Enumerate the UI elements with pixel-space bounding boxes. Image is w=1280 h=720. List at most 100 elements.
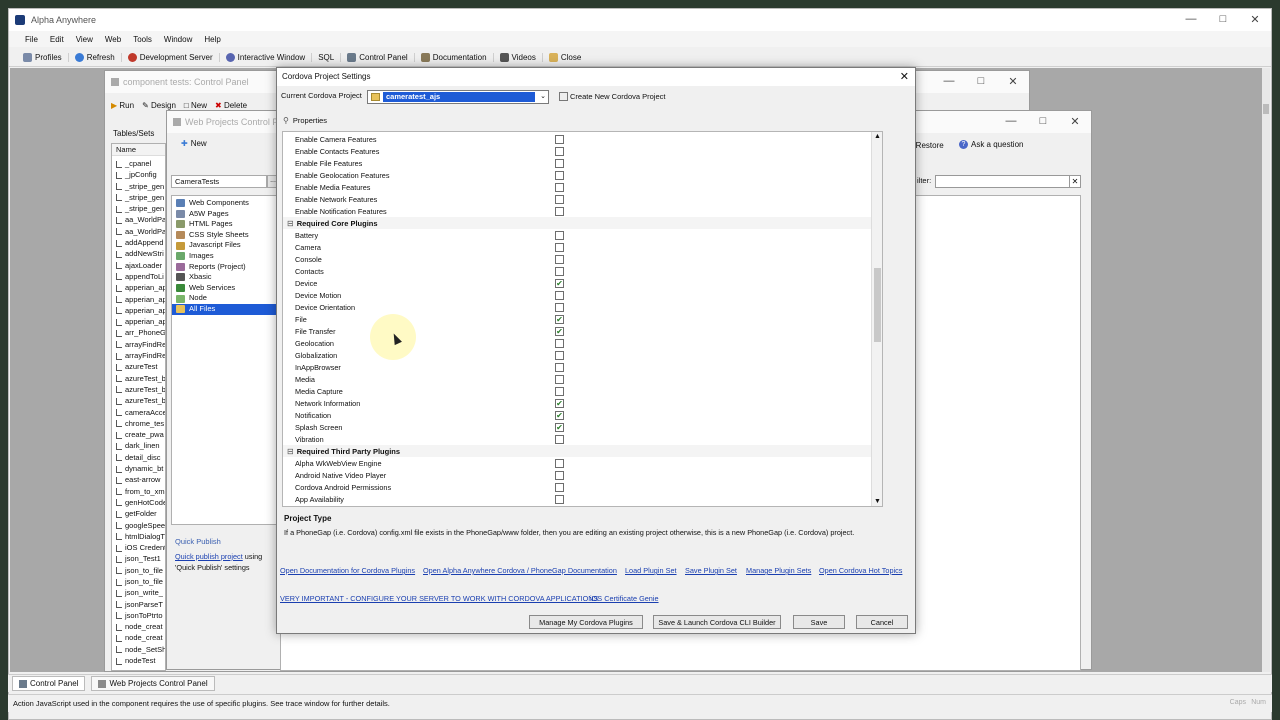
manage-plugins-button[interactable]: Manage My Cordova Plugins (529, 615, 643, 629)
property-row[interactable]: Enable Camera Features (283, 133, 871, 145)
ios-certificate-genie-link[interactable]: iOS Certificate Genie (590, 594, 659, 603)
property-checkbox[interactable] (555, 482, 564, 492)
property-row[interactable]: Cordova Android Permissions (283, 481, 871, 493)
list-item[interactable]: addNewStri (112, 248, 165, 259)
property-row[interactable]: Contacts (283, 265, 871, 277)
property-checkbox[interactable] (555, 386, 564, 396)
open-hot-topics-link[interactable]: Open Cordova Hot Topics (819, 566, 902, 575)
menu-edit[interactable]: Edit (44, 35, 70, 44)
property-checkbox[interactable] (555, 362, 564, 372)
property-row[interactable]: Device Motion (283, 289, 871, 301)
close-icon[interactable]: ✕ (1239, 9, 1271, 29)
tree-item[interactable]: Web Components (172, 198, 276, 209)
menu-view[interactable]: View (70, 35, 99, 44)
property-checkbox[interactable] (555, 470, 564, 480)
property-checkbox[interactable] (555, 338, 564, 348)
tree-item[interactable]: Node (172, 293, 276, 304)
run-button[interactable]: ▶ Run (111, 101, 134, 110)
name-column-header[interactable]: Name (112, 144, 165, 156)
list-item[interactable]: jsonParseT (112, 599, 165, 610)
cancel-button[interactable]: Cancel (856, 615, 908, 629)
dialog-close-icon[interactable]: ✕ (900, 70, 909, 83)
property-row[interactable]: Enable Contacts Features (283, 145, 871, 157)
property-checkbox[interactable] (555, 134, 564, 144)
collapse-icon[interactable]: ⊟ (287, 219, 294, 228)
tree-item[interactable]: Xbasic (172, 272, 276, 283)
list-item[interactable]: iOS Credent (112, 542, 165, 553)
list-item[interactable]: nodeTest (112, 655, 165, 666)
property-checkbox[interactable] (555, 254, 564, 264)
property-row[interactable]: File ✔ (283, 313, 871, 325)
list-item[interactable]: chrome_tes (112, 418, 165, 429)
list-item[interactable]: ajaxLoader (112, 260, 165, 271)
scroll-up-icon[interactable]: ▲ (874, 133, 881, 140)
list-item[interactable]: arr_PhoneG (112, 327, 165, 338)
wp-new-button[interactable]: ✚ New (181, 139, 207, 148)
property-row[interactable]: Console (283, 253, 871, 265)
create-new-project-button[interactable]: Create New Cordova Project (559, 92, 665, 101)
scroll-down-icon[interactable]: ▼ (874, 498, 881, 505)
property-checkbox[interactable] (555, 350, 564, 360)
ask-question-link[interactable]: ? Ask a question (959, 140, 1023, 149)
manage-plugin-sets-link[interactable]: Manage Plugin Sets (746, 566, 811, 575)
property-row[interactable]: Enable Notification Features (283, 205, 871, 217)
list-item[interactable]: node_creat (112, 632, 165, 643)
property-row[interactable]: Enable Network Features (283, 193, 871, 205)
list-item[interactable]: detail_disc (112, 452, 165, 463)
tree-item[interactable]: Javascript Files (172, 240, 276, 251)
property-checkbox[interactable] (555, 458, 564, 468)
property-checkbox[interactable] (555, 374, 564, 384)
property-row[interactable]: InAppBrowser (283, 361, 871, 373)
list-item[interactable]: dark_linen (112, 440, 165, 451)
list-item[interactable]: aa_WorldPa (112, 214, 165, 225)
property-row[interactable]: Device Orientation (283, 301, 871, 313)
property-row[interactable]: Vibration (283, 433, 871, 445)
property-row[interactable]: Notification ✔ (283, 409, 871, 421)
property-checkbox[interactable] (555, 230, 564, 240)
interactive-window-button[interactable]: Interactive Window (220, 53, 313, 62)
wp-minimize-icon[interactable]: — (995, 111, 1027, 131)
list-item[interactable]: jsonToPtrto (112, 610, 165, 621)
chevron-down-icon[interactable]: ⌄ (540, 92, 546, 100)
control-panel-button[interactable]: Control Panel (341, 53, 415, 62)
list-item[interactable]: from_to_xm (112, 486, 165, 497)
property-checkbox[interactable] (555, 434, 564, 444)
property-row[interactable]: Splash Screen ✔ (283, 421, 871, 433)
property-checkbox[interactable]: ✔ (555, 410, 564, 420)
list-item[interactable]: apperian_ap (112, 294, 165, 305)
list-item[interactable]: json_to_file (112, 565, 165, 576)
open-plugins-doc-link[interactable]: Open Documentation for Cordova Plugins (280, 566, 415, 575)
list-item[interactable]: azureTest (112, 361, 165, 372)
maximize-icon[interactable]: □ (1207, 9, 1239, 29)
property-row[interactable]: Media Capture (283, 385, 871, 397)
property-row[interactable]: App Availability (283, 493, 871, 505)
property-checkbox[interactable]: ✔ (555, 398, 564, 408)
videos-button[interactable]: Videos (494, 53, 543, 62)
property-checkbox[interactable] (555, 302, 564, 312)
property-category[interactable]: ⊟ Required Core Plugins (283, 217, 871, 229)
property-checkbox[interactable] (555, 146, 564, 156)
property-checkbox[interactable] (555, 266, 564, 276)
sql-button[interactable]: SQL (312, 53, 342, 62)
tree-item[interactable]: Web Services (172, 283, 276, 294)
delete-button[interactable]: ✖ Delete (215, 101, 247, 110)
taskbar-tab-web-projects[interactable]: Web Projects Control Panel (91, 676, 215, 691)
property-category[interactable]: ⊟ Required Third Party Plugins (283, 445, 871, 457)
property-checkbox[interactable] (555, 170, 564, 180)
save-launch-button[interactable]: Save & Launch Cordova CLI Builder (653, 615, 781, 629)
list-item[interactable]: aa_WorldPa (112, 226, 165, 237)
property-checkbox[interactable]: ✔ (555, 326, 564, 336)
cp-maximize-icon[interactable]: □ (965, 71, 997, 91)
list-item[interactable]: json_Test1 (112, 553, 165, 564)
property-row[interactable]: Network Information ✔ (283, 397, 871, 409)
properties-scrollbar[interactable]: ▲ ▼ (871, 132, 882, 506)
refresh-button[interactable]: Refresh (69, 53, 122, 62)
list-item[interactable]: dynamic_bt (112, 463, 165, 474)
menu-web[interactable]: Web (99, 35, 127, 44)
property-row[interactable]: Media (283, 373, 871, 385)
list-item[interactable]: apperian_ap (112, 305, 165, 316)
tree-item[interactable]: CSS Style Sheets (172, 230, 276, 241)
wp-maximize-icon[interactable]: □ (1027, 111, 1059, 131)
cp-close-icon[interactable]: ✕ (997, 71, 1029, 91)
tree-item[interactable]: Reports (Project) (172, 262, 276, 273)
